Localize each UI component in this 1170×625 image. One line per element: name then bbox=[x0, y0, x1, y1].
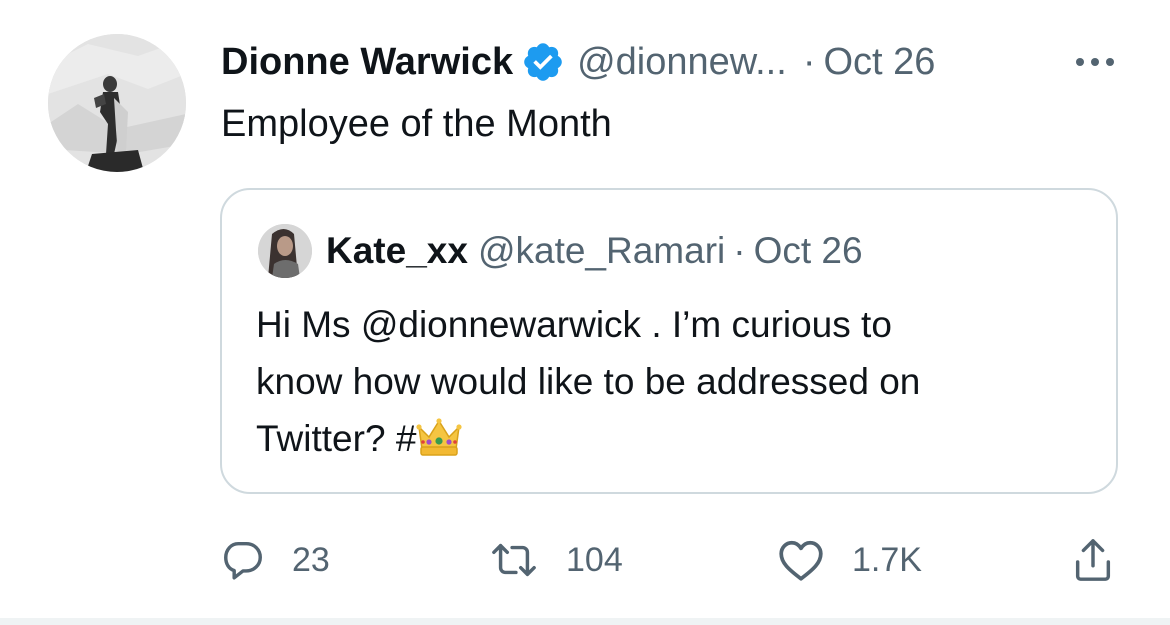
quoted-text-line: Twitter? # bbox=[256, 418, 417, 459]
retweet-icon bbox=[488, 537, 540, 583]
divider bbox=[0, 618, 1170, 625]
tweet-text: Employee of the Month bbox=[221, 103, 612, 145]
verified-badge-icon bbox=[521, 40, 565, 84]
reply-button[interactable]: 23 bbox=[220, 530, 330, 590]
tweet-date[interactable]: Oct 26 bbox=[823, 36, 935, 88]
quoted-avatar-photo bbox=[258, 224, 312, 278]
author-avatar[interactable] bbox=[48, 34, 186, 172]
crown-emoji bbox=[416, 416, 463, 456]
quoted-text-line: Hi Ms @dionnewarwick . I’m curious to bbox=[256, 304, 892, 345]
quoted-author-name[interactable]: Kate_xx bbox=[326, 228, 468, 274]
retweet-button[interactable]: 104 bbox=[488, 530, 623, 590]
quoted-author-handle[interactable]: @kate_Ramari bbox=[478, 228, 725, 274]
quoted-header: Kate_xx @kate_Ramari · Oct 26 bbox=[326, 228, 863, 274]
quoted-tweet[interactable]: Kate_xx @kate_Ramari · Oct 26 Hi Ms @dio… bbox=[220, 188, 1118, 494]
share-icon bbox=[1070, 535, 1116, 585]
header-separator: · bbox=[802, 41, 816, 83]
quoted-text-line: know how would like to be addressed on bbox=[256, 361, 921, 402]
retweet-count: 104 bbox=[566, 540, 623, 579]
tweet-card: Dionne Warwick @dionnew... · Oct 26 Empl… bbox=[0, 0, 1170, 625]
avatar-photo bbox=[48, 34, 186, 172]
more-options-icon[interactable] bbox=[1066, 44, 1126, 80]
reply-icon bbox=[220, 537, 266, 583]
quoted-date[interactable]: Oct 26 bbox=[754, 228, 863, 274]
quoted-text-line-last: Twitter? # bbox=[256, 410, 1096, 467]
reply-count: 23 bbox=[292, 540, 330, 579]
author-handle[interactable]: @dionnew... bbox=[577, 36, 787, 88]
like-button[interactable]: 1.7K bbox=[776, 530, 922, 590]
author-name[interactable]: Dionne Warwick bbox=[221, 36, 513, 88]
tweet-header: Dionne Warwick @dionnew... · Oct 26 bbox=[221, 36, 935, 88]
like-count: 1.7K bbox=[852, 540, 922, 579]
quoted-text: Hi Ms @dionnewarwick . I’m curious to kn… bbox=[256, 296, 1096, 467]
quoted-header-separator: · bbox=[733, 230, 746, 271]
quoted-author-avatar[interactable] bbox=[258, 224, 312, 278]
share-button[interactable] bbox=[1070, 530, 1116, 590]
action-bar: 23 104 1.7K bbox=[0, 530, 1170, 590]
heart-icon bbox=[776, 537, 826, 583]
